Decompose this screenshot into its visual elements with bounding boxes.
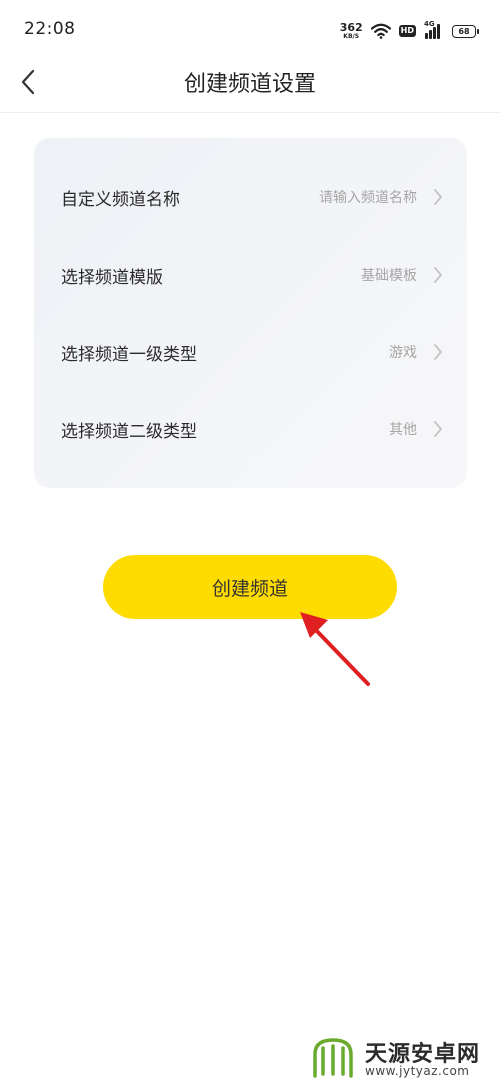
status-time: 22:08 xyxy=(24,19,76,39)
wifi-icon xyxy=(370,23,391,39)
watermark: 天源安卓网 www.jytyaz.com xyxy=(305,1030,500,1084)
watermark-url: www.jytyaz.com xyxy=(365,1064,470,1078)
row-value-placeholder: 请输入频道名称 xyxy=(319,190,417,206)
chevron-right-icon xyxy=(434,344,442,360)
row-value: 基础模板 xyxy=(361,268,417,284)
row-value: 其他 xyxy=(389,422,417,438)
battery-level: 68 xyxy=(458,26,470,36)
network-type-label: 4G xyxy=(424,20,435,28)
status-icons: 362 KB/S HD 4G 68 xyxy=(340,20,479,42)
hd-badge: HD xyxy=(398,25,416,37)
battery-icon: 68 xyxy=(452,24,479,38)
android-logo-icon xyxy=(313,1038,353,1078)
chevron-right-icon xyxy=(434,421,442,437)
row-label: 选择频道二级类型 xyxy=(61,421,197,442)
chevron-right-icon xyxy=(434,267,442,283)
network-speed-value: 362 xyxy=(339,21,363,34)
row-label: 自定义频道名称 xyxy=(61,189,180,210)
network-speed-unit: KB/S xyxy=(343,33,360,40)
row-value: 游戏 xyxy=(389,345,417,361)
channel-settings-card: 自定义频道名称 请输入频道名称 选择频道模版 基础模板 选择频道一级类型 游戏 … xyxy=(34,138,467,488)
row-channel-name[interactable]: 自定义频道名称 请输入频道名称 xyxy=(34,167,467,227)
row-primary-type[interactable]: 选择频道一级类型 游戏 xyxy=(34,322,467,382)
row-label: 选择频道模版 xyxy=(61,267,163,288)
row-label: 选择频道一级类型 xyxy=(61,344,197,365)
row-secondary-type[interactable]: 选择频道二级类型 其他 xyxy=(34,399,467,459)
cellular-signal-icon: 4G xyxy=(424,20,444,39)
chevron-right-icon xyxy=(434,189,442,205)
network-speed-indicator: 362 KB/S xyxy=(340,22,363,40)
red-arrow-annotation xyxy=(300,612,370,686)
navigation-bar: 创建频道设置 xyxy=(0,58,500,113)
status-bar: 22:08 362 KB/S HD 4G 68 xyxy=(0,0,500,58)
page-title: 创建频道设置 xyxy=(183,72,316,97)
row-channel-template[interactable]: 选择频道模版 基础模板 xyxy=(34,245,467,305)
